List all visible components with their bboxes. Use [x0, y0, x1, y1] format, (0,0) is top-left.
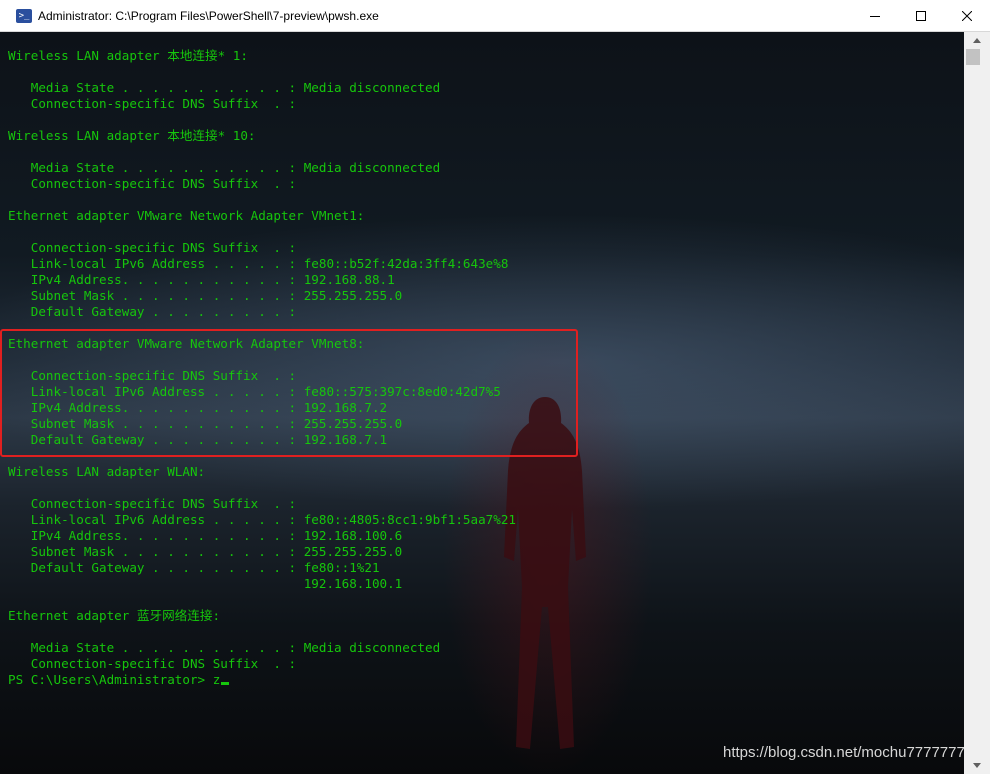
terminal-line: Connection-specific DNS Suffix . : [30, 656, 297, 671]
window-title: Administrator: C:\Program Files\PowerShe… [38, 8, 379, 23]
terminal-line: Wireless LAN adapter 本地连接* 10: [8, 128, 256, 143]
vertical-scrollbar[interactable] [964, 32, 990, 774]
minimize-icon [870, 15, 880, 17]
terminal-line: Link-local IPv6 Address . . . . . : fe80… [30, 512, 516, 527]
terminal-area[interactable]: Wireless LAN adapter 本地连接* 1: Media Stat… [0, 32, 964, 774]
terminal-line: Default Gateway . . . . . . . . . : fe80… [30, 560, 380, 575]
terminal-line: Connection-specific DNS Suffix . : [30, 96, 297, 111]
powershell-icon: >_ [16, 8, 32, 23]
vmnet8-highlight-box [0, 329, 578, 457]
terminal-line: IPv4 Address. . . . . . . . . . . : 192.… [30, 528, 403, 543]
terminal-line: Link-local IPv6 Address . . . . . : fe80… [30, 256, 509, 271]
window-controls [852, 0, 990, 31]
prompt: PS C:\Users\Administrator> [8, 672, 213, 687]
minimize-button[interactable] [852, 0, 898, 31]
watermark: https://blog.csdn.net/mochu7777777 [723, 744, 964, 761]
terminal-line: Subnet Mask . . . . . . . . . . . : 255.… [30, 544, 403, 559]
terminal-line: Ethernet adapter VMware Network Adapter … [8, 208, 365, 223]
terminal-line: Ethernet adapter 蓝牙网络连接: [8, 608, 221, 623]
terminal-line: Wireless LAN adapter 本地连接* 1: [8, 48, 248, 63]
terminal-line: Connection-specific DNS Suffix . : [30, 176, 297, 191]
command-input[interactable]: z [213, 672, 221, 687]
terminal-line: Subnet Mask . . . . . . . . . . . : 255.… [30, 288, 403, 303]
chevron-down-icon [973, 763, 981, 768]
maximize-button[interactable] [898, 0, 944, 31]
terminal-line: Default Gateway . . . . . . . . . : [30, 304, 297, 319]
maximize-icon [916, 10, 926, 21]
terminal-line: Wireless LAN adapter WLAN: [8, 464, 206, 479]
scroll-thumb[interactable] [966, 49, 980, 65]
terminal-line: Media State . . . . . . . . . . . : Medi… [30, 160, 441, 175]
chevron-up-icon [973, 38, 981, 43]
terminal-line: 192.168.100.1 [303, 576, 403, 591]
powershell-window: >_ Administrator: C:\Program Files\Power… [0, 0, 990, 774]
terminal-line: Media State . . . . . . . . . . . : Medi… [30, 640, 441, 655]
terminal-line: Connection-specific DNS Suffix . : [30, 496, 297, 511]
terminal-line: Media State . . . . . . . . . . . : Medi… [30, 80, 441, 95]
title-bar[interactable]: >_ Administrator: C:\Program Files\Power… [0, 0, 990, 32]
terminal-line: Connection-specific DNS Suffix . : [30, 240, 297, 255]
close-button[interactable] [944, 0, 990, 31]
scroll-up-button[interactable] [964, 32, 990, 49]
close-icon [962, 10, 972, 21]
text-cursor [221, 682, 230, 685]
scroll-down-button[interactable] [964, 757, 990, 774]
terminal-line: IPv4 Address. . . . . . . . . . . : 192.… [30, 272, 395, 287]
